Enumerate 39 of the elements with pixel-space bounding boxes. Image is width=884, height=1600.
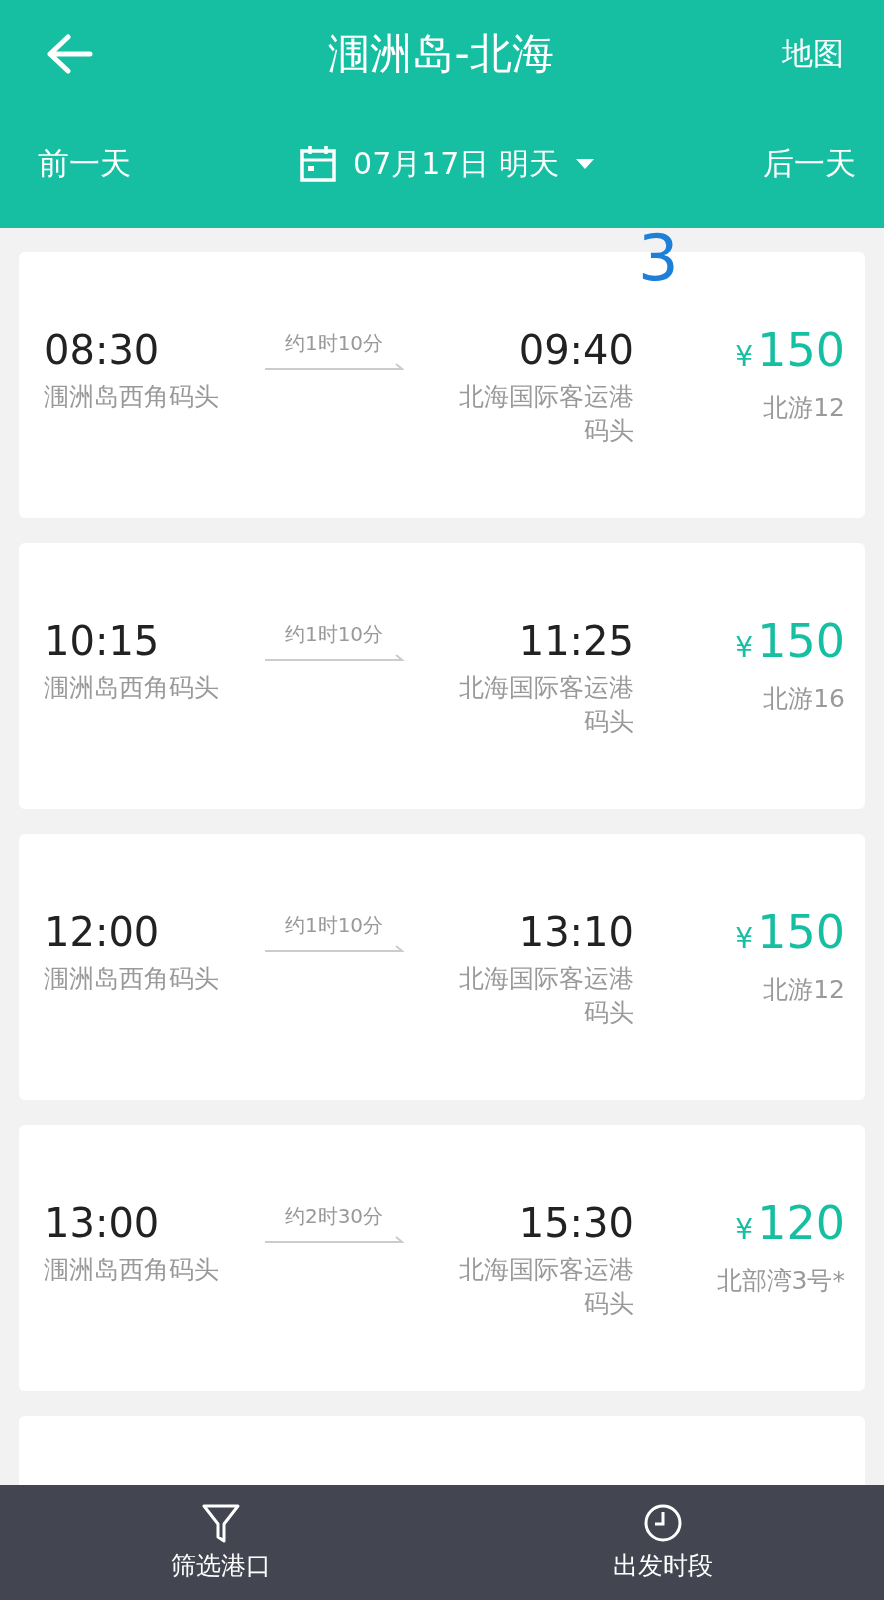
arrival-time: 11:25 [518,617,634,666]
boat-name: 北游12 [763,974,845,1006]
bottom-tab[interactable]: 出发时段 [613,1503,713,1582]
duration-label: 约2时30分 [284,1203,384,1230]
duration-label: 约1时10分 [284,330,384,357]
trip-card[interactable]: 12:00 涠洲岛西角码头 约1时10分 13:10 北海国际客运港码头 ¥150 北游12 [19,834,865,1100]
ticket-price: ¥150 [735,322,845,379]
departure-port: 涠洲岛西角码头 [44,963,220,995]
arrival-port: 北海国际客运港码头 [458,672,634,738]
arrival-time: 15:30 [518,1199,634,1248]
duration-label: 约1时10分 [284,912,384,939]
back-arrow-icon [44,34,94,74]
trip-card[interactable]: 10:15 涠洲岛西角码头 约1时10分 11:25 北海国际客运港码头 ¥150 北游16 [19,543,865,809]
departure-port: 涠洲岛西角码头 [44,672,220,704]
arrival-port: 北海国际客运港码头 [458,1254,634,1320]
boat-name: 北部湾3号* [716,1265,845,1297]
departure-port: 涠洲岛西角码头 [44,1254,220,1286]
calendar-icon [299,145,338,183]
arrival-time: 09:40 [518,326,634,375]
arrival-time: 13:10 [518,908,634,957]
bottom-tab[interactable]: 筛选港口 [171,1503,271,1582]
departure-port: 涠洲岛西角码头 [44,381,220,413]
departure-time: 13:00 [44,1199,161,1248]
boat-name: 北游12 [763,392,845,424]
ticket-price: ¥150 [735,904,845,961]
departure-time: 10:15 [44,617,161,666]
departure-time: 12:00 [44,908,161,957]
caret-icon [574,158,595,170]
ticket-price: ¥120 [735,1195,845,1252]
page-title: 涠洲岛-北海 [328,28,554,80]
trip-card[interactable]: 13:00 涠洲岛西角码头 约2时30分 15:30 北海国际客运港码头 ¥120 北部湾3号* [19,1125,865,1391]
arrival-port: 北海国际客运港码头 [458,381,634,447]
boat-name: 北游16 [763,683,845,715]
filter-icon [201,1503,241,1543]
arrival-port: 北海国际客运港码头 [458,963,634,1029]
departure-time: 08:30 [44,326,161,375]
clock-icon [643,1503,683,1543]
ticket-price: ¥150 [735,613,845,670]
duration-label: 约1时10分 [284,621,384,648]
